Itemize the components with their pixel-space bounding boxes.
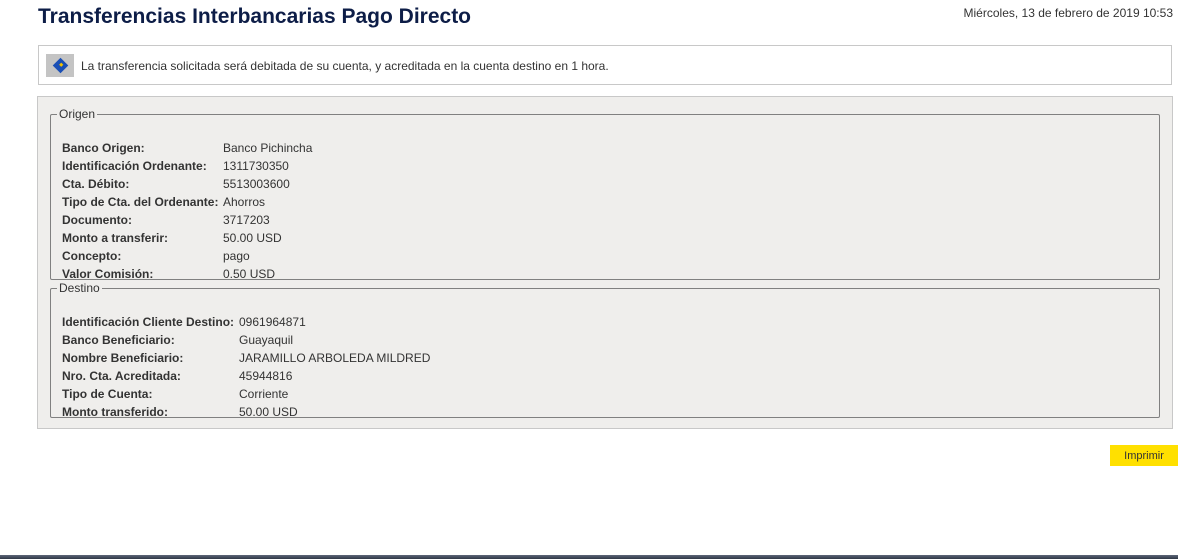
origen-section: Origen Banco Origen: Banco Pichincha Iden… [50, 107, 1160, 281]
detail-value: 0.50 USD [223, 267, 276, 281]
detail-label: Identificación Ordenante: [62, 159, 207, 173]
detail-label: Banco Beneficiario: [62, 333, 175, 347]
detail-label: Monto a transferir: [62, 231, 169, 245]
origen-legend: Origen [59, 107, 96, 121]
detail-value: Guayaquil [239, 333, 294, 347]
detail-label: Cta. Débito: [62, 177, 130, 191]
detail-label: Documento: [62, 213, 132, 227]
info-icon-container [46, 54, 74, 77]
detail-value: 45944816 [239, 369, 293, 383]
detail-label: Tipo de Cuenta: [62, 387, 153, 401]
detail-value: 0961964871 [239, 315, 306, 329]
destino-section: Destino Identificación Cliente Destino: 0… [50, 281, 1160, 419]
detail-label: Banco Origen: [62, 141, 145, 155]
current-date: Miércoles, 13 de febrero de 2019 10:53 [963, 6, 1173, 20]
detail-value: pago [223, 249, 250, 263]
detail-value: 1311730350 [223, 159, 289, 173]
detail-value: Corriente [239, 387, 289, 401]
detail-value: JARAMILLO ARBOLEDA MILDRED [239, 351, 431, 365]
detail-value: 3717203 [223, 213, 270, 227]
info-message: La transferencia solicitada será debitad… [81, 59, 609, 73]
detail-label: Valor Comisión: [62, 267, 154, 281]
detail-label: Tipo de Cta. del Ordenante: [62, 195, 219, 209]
detail-label: Concepto: [62, 249, 122, 263]
info-message-box: La transferencia solicitada será debitad… [38, 45, 1172, 85]
page-title: Transferencias Interbancarias Pago Direc… [38, 5, 472, 28]
print-button[interactable]: Imprimir [1110, 445, 1178, 466]
bottom-bar [0, 555, 1178, 559]
detail-label: Monto transferido: [62, 405, 168, 419]
detail-value: 50.00 USD [223, 231, 282, 245]
detail-label: Identificación Cliente Destino: [62, 315, 235, 329]
info-icon [52, 57, 69, 74]
detail-value: 5513003600 [223, 177, 290, 191]
detail-value: Ahorros [223, 195, 266, 209]
detail-value: Banco Pichincha [223, 141, 313, 155]
destino-legend: Destino [59, 281, 100, 295]
detail-label: Nro. Cta. Acreditada: [62, 369, 181, 383]
detail-label: Nombre Beneficiario: [62, 351, 184, 365]
detail-value: 50.00 USD [239, 405, 298, 419]
transfer-details-panel: Origen Banco Origen: Banco Pichincha Iden… [37, 96, 1173, 429]
